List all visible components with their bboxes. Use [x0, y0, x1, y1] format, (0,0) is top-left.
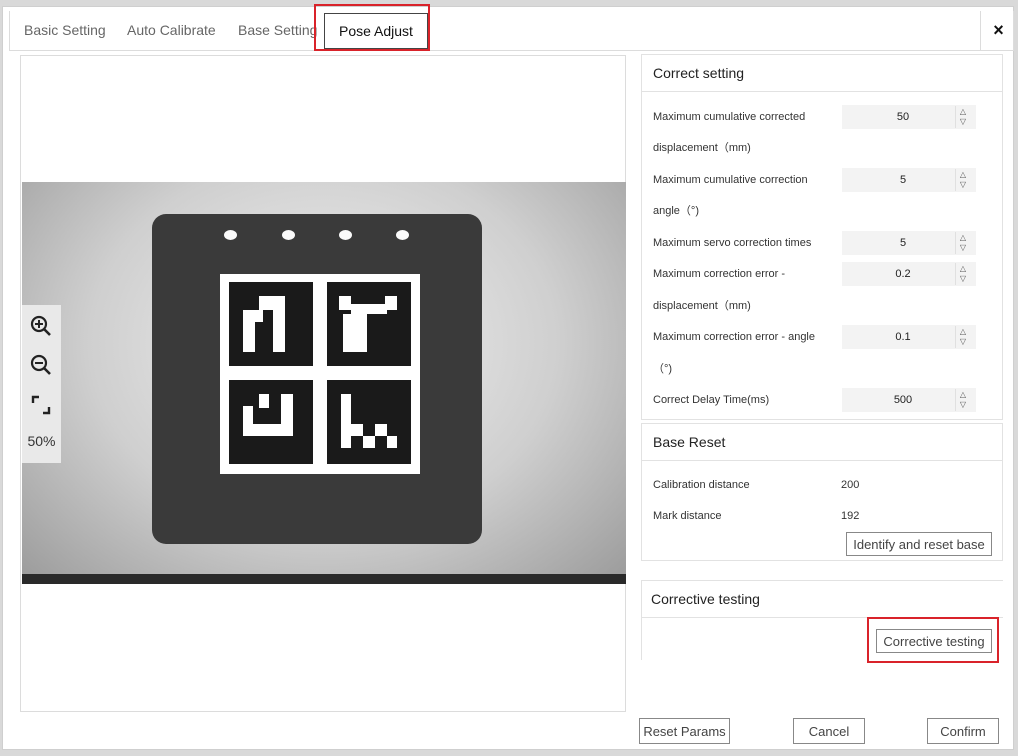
tab-highlight-box [314, 4, 430, 51]
identify-reset-base-button[interactable]: Identify and reset base [846, 532, 992, 556]
button-highlight-box [867, 617, 999, 663]
max-displacement-stepper[interactable]: 50 △ ▽ [842, 105, 976, 129]
stepper-arrows[interactable]: △ ▽ [955, 232, 969, 254]
tab-basic-setting[interactable]: Basic Setting [24, 11, 106, 50]
correct-setting-title: Correct setting [642, 55, 1002, 92]
max-angle-stepper[interactable]: 5 △ ▽ [842, 168, 976, 192]
close-icon[interactable]: × [980, 11, 1016, 50]
aruco-tag [327, 380, 411, 464]
stepper-value[interactable]: 0.1 [843, 326, 963, 348]
calibration-distance-value: 200 [841, 479, 860, 491]
stepper-value[interactable]: 500 [843, 389, 963, 411]
delay-time-stepper[interactable]: 500 △ ▽ [842, 388, 976, 412]
stepper-arrows[interactable]: △ ▽ [955, 389, 969, 411]
delay-time-label: Correct Delay Time(ms) [653, 394, 770, 406]
board-hole [396, 230, 409, 240]
error-angle-stepper[interactable]: 0.1 △ ▽ [842, 325, 976, 349]
stepper-arrows[interactable]: △ ▽ [955, 106, 969, 128]
tab-bar: Basic Setting Auto Calibrate Base Settin… [9, 11, 1014, 51]
zoom-in-icon[interactable] [30, 315, 52, 337]
aruco-tag [229, 380, 313, 464]
max-angle-label-2: angle（°) [653, 205, 699, 217]
stepper-value[interactable]: 0.2 [843, 263, 963, 285]
stepper-value[interactable]: 5 [843, 232, 963, 254]
mark-distance-label: Mark distance [653, 510, 722, 522]
confirm-button[interactable]: Confirm [927, 718, 999, 744]
stepper-arrows[interactable]: △ ▽ [955, 169, 969, 191]
aruco-marker-frame [220, 274, 420, 474]
zoom-out-icon[interactable] [30, 354, 52, 376]
camera-image [22, 182, 626, 584]
mark-distance-value: 192 [841, 510, 860, 522]
aruco-tag [327, 282, 411, 366]
stepper-value[interactable]: 50 [843, 106, 963, 128]
max-displacement-label-2: displacement（mm) [653, 142, 751, 154]
error-angle-label-2: （°) [653, 363, 673, 375]
correct-setting-panel: Correct setting Maximum cumulative corre… [641, 54, 1003, 420]
stepper-arrows[interactable]: △ ▽ [955, 326, 969, 348]
zoom-toolbar: 50% [22, 305, 61, 463]
marker-board [152, 214, 482, 544]
camera-viewer[interactable]: 50% [20, 55, 626, 712]
aruco-tag [229, 282, 313, 366]
stepper-value[interactable]: 5 [843, 169, 963, 191]
fit-to-view-icon[interactable] [30, 394, 52, 416]
base-reset-title: Base Reset [642, 424, 1002, 461]
calibration-distance-label: Calibration distance [653, 479, 750, 491]
max-servo-times-stepper[interactable]: 5 △ ▽ [842, 231, 976, 255]
max-displacement-label-1: Maximum cumulative corrected [653, 111, 806, 123]
pose-adjust-dialog: Basic Setting Auto Calibrate Base Settin… [2, 4, 1014, 750]
image-bottom-edge [22, 574, 626, 584]
error-displacement-label-1: Maximum correction error - [653, 268, 786, 280]
reset-params-button[interactable]: Reset Params [639, 718, 730, 744]
stepper-arrows[interactable]: △ ▽ [955, 263, 969, 285]
error-displacement-stepper[interactable]: 0.2 △ ▽ [842, 262, 976, 286]
board-hole [224, 230, 237, 240]
max-angle-label-1: Maximum cumulative correction [653, 174, 808, 186]
tab-auto-calibrate[interactable]: Auto Calibrate [127, 11, 216, 50]
board-hole [339, 230, 352, 240]
cancel-button[interactable]: Cancel [793, 718, 865, 744]
error-angle-label-1: Maximum correction error - angle [653, 331, 815, 343]
base-reset-panel: Base Reset Calibration distance 200 Mark… [641, 423, 1003, 561]
corrective-testing-title: Corrective testing [642, 581, 1003, 618]
error-displacement-label-2: displacement（mm) [653, 300, 751, 312]
zoom-level-label: 50% [27, 433, 56, 449]
max-servo-times-label: Maximum servo correction times [653, 237, 812, 249]
board-hole [282, 230, 295, 240]
tab-base-setting[interactable]: Base Setting [238, 11, 317, 50]
